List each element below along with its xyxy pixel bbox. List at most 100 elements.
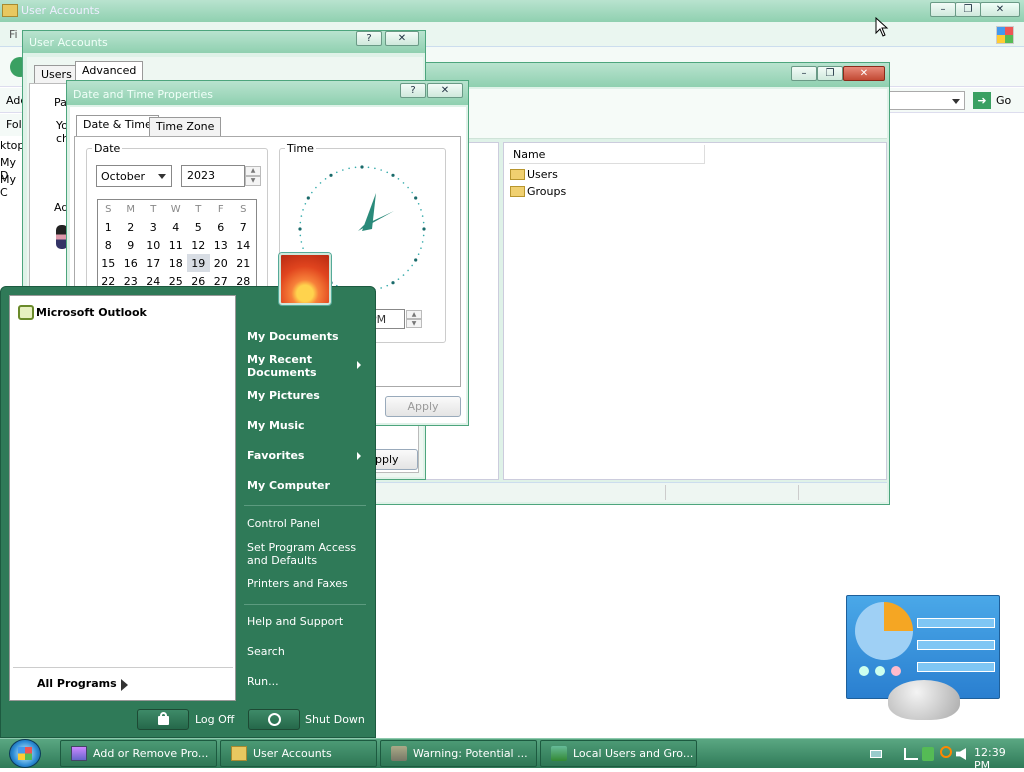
menu-run[interactable]: Run... <box>247 675 279 688</box>
calendar-day[interactable]: 10 <box>142 236 165 254</box>
volume-icon[interactable] <box>956 748 966 760</box>
dt-help-button[interactable]: ? <box>400 83 426 98</box>
calendar-day[interactable]: 8 <box>98 236 120 254</box>
menu-my-pictures[interactable]: My Pictures <box>247 389 320 402</box>
user-picture[interactable] <box>279 253 331 305</box>
ua-apply-button[interactable]: pply <box>372 449 418 470</box>
mmc-minimize-button[interactable]: – <box>791 66 817 81</box>
all-programs-button[interactable]: All Programs <box>29 675 139 695</box>
time-spinner-down[interactable]: ▼ <box>406 319 422 328</box>
calendar-day[interactable]: 5 <box>187 218 210 236</box>
ua-help-button[interactable]: ? <box>356 31 382 46</box>
windows-logo-icon <box>996 26 1014 44</box>
network-icon[interactable] <box>904 748 918 760</box>
tab-advanced[interactable]: Advanced <box>75 61 144 82</box>
menu-favorites[interactable]: Favorites <box>247 449 304 462</box>
clock-tick <box>411 191 413 194</box>
close-button[interactable]: ✕ <box>980 2 1020 17</box>
menu-printers-faxes[interactable]: Printers and Faxes <box>247 577 348 590</box>
clock-tick <box>391 173 395 177</box>
calendar-day[interactable]: 9 <box>120 236 143 254</box>
go-arrow-icon[interactable]: ➜ <box>973 92 991 109</box>
year-spinner[interactable]: 2023 <box>181 165 245 187</box>
calendar-day[interactable]: 6 <box>210 218 233 236</box>
search-icon[interactable] <box>940 746 952 758</box>
restore-button[interactable]: ❐ <box>955 2 981 17</box>
clock-tick <box>417 202 420 205</box>
keyboard-icon[interactable] <box>870 750 882 758</box>
calendar-day[interactable]: 16 <box>120 254 143 272</box>
weekday-row: S M T W T F S <box>98 200 255 218</box>
calendar-day[interactable]: 12 <box>187 236 210 254</box>
calendar-day[interactable]: 17 <box>142 254 165 272</box>
security-icon[interactable] <box>922 747 934 761</box>
time-spinner-up[interactable]: ▲ <box>406 310 422 319</box>
ua-close-button[interactable]: ✕ <box>385 31 419 46</box>
clock-tick <box>299 221 302 224</box>
warning-icon <box>391 746 407 761</box>
menu-file[interactable]: Fi <box>9 28 18 41</box>
all-programs-separator <box>13 667 233 668</box>
tab-date-time[interactable]: Date & Time <box>76 115 159 136</box>
calendar-day[interactable]: 18 <box>165 254 188 272</box>
calendar-day[interactable]: 3 <box>142 218 165 236</box>
menu-my-documents[interactable]: My Documents <box>247 330 339 343</box>
mmc-restore-button[interactable]: ❐ <box>817 66 843 81</box>
calendar-day[interactable]: 20 <box>210 254 233 272</box>
dropdown-arrow-icon[interactable] <box>952 99 960 104</box>
address-input[interactable] <box>885 91 965 110</box>
ua-title: User Accounts <box>29 36 108 49</box>
year-spinner-up[interactable]: ▲ <box>245 166 261 176</box>
log-off-label[interactable]: Log Off <box>195 713 234 726</box>
menu-help-support[interactable]: Help and Support <box>247 615 343 628</box>
log-off-button[interactable] <box>137 709 189 730</box>
dt-close-button[interactable]: ✕ <box>427 83 463 98</box>
calendar-day[interactable]: 1 <box>98 218 120 236</box>
list-item-label: Groups <box>527 185 567 198</box>
menu-my-recent-documents[interactable]: My Recent Documents <box>247 353 327 379</box>
mmc-close-button[interactable]: ✕ <box>843 66 885 81</box>
shut-down-label[interactable]: Shut Down <box>305 713 365 726</box>
year-spinner-down[interactable]: ▼ <box>245 176 261 186</box>
list-header-name[interactable]: Name <box>509 145 705 164</box>
calendar-day[interactable]: 13 <box>210 236 233 254</box>
menu-my-music[interactable]: My Music <box>247 419 305 432</box>
menu-control-panel[interactable]: Control Panel <box>247 517 320 530</box>
tree-item-desktop[interactable]: ktop <box>0 139 24 152</box>
clock-tick <box>367 166 370 169</box>
dt-apply-button[interactable]: Apply <box>385 396 461 417</box>
week-row: 8 9 10 11 12 13 14 <box>98 236 255 254</box>
shut-down-button[interactable] <box>248 709 300 730</box>
taskbar-item[interactable]: User Accounts <box>220 740 377 767</box>
pinned-item-outlook[interactable]: Microsoft Outlook <box>17 303 227 323</box>
folders-label: Fol <box>6 118 22 131</box>
clock-tick <box>315 186 317 189</box>
bg-window-titlebar[interactable]: User Accounts – ❐ ✕ <box>0 0 1024 22</box>
start-button[interactable] <box>9 739 41 768</box>
month-select[interactable]: October <box>96 165 172 187</box>
calendar-day[interactable]: 2 <box>120 218 143 236</box>
calendar-day[interactable]: 14 <box>232 236 255 254</box>
taskbar-item[interactable]: Warning: Potential ... <box>380 740 537 767</box>
menu-search[interactable]: Search <box>247 645 285 658</box>
tab-time-zone[interactable]: Time Zone <box>149 117 222 136</box>
list-header-label: Name <box>513 148 546 161</box>
calendar-day[interactable]: 7 <box>232 218 255 236</box>
calendar-day-selected[interactable]: 19 <box>187 254 210 272</box>
mouse-graphic <box>888 680 960 720</box>
clock-tick <box>298 227 302 231</box>
calendar-day[interactable]: 4 <box>165 218 188 236</box>
menu-my-computer[interactable]: My Computer <box>247 479 330 492</box>
calendar-day[interactable]: 21 <box>232 254 255 272</box>
menu-set-program-access[interactable]: Set Program Access and Defaults <box>247 541 357 567</box>
list-item-label: Users <box>527 168 558 181</box>
clock-tick <box>354 166 357 169</box>
calendar-day[interactable]: 15 <box>98 254 120 272</box>
go-button[interactable]: Go <box>996 94 1011 107</box>
clock[interactable]: 12:39 PM <box>974 746 1024 772</box>
clock-tick <box>420 247 422 249</box>
taskbar-item[interactable]: Local Users and Gro... <box>540 740 697 767</box>
calendar-day[interactable]: 11 <box>165 236 188 254</box>
taskbar-item[interactable]: Add or Remove Pro... <box>60 740 217 767</box>
minimize-button[interactable]: – <box>930 2 956 17</box>
